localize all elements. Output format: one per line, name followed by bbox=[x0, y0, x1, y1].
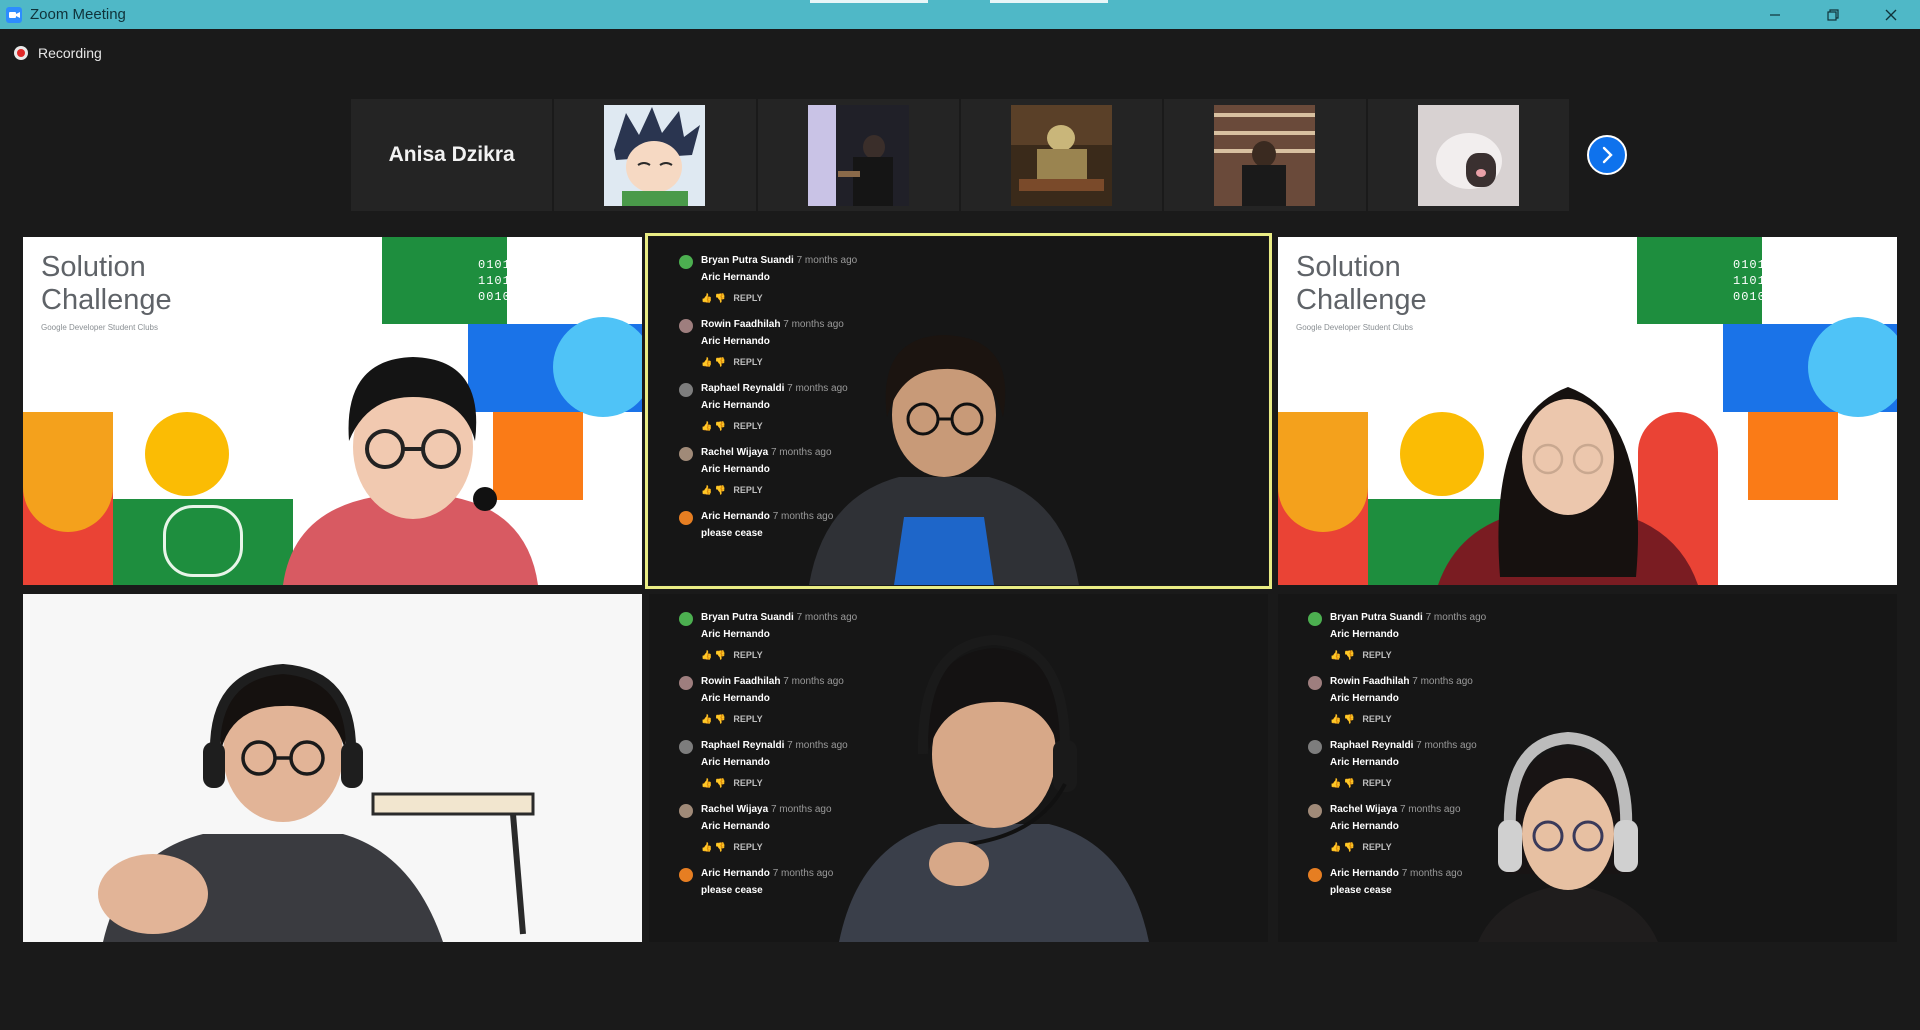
comment: Aric Hernando 7 months ago please cease bbox=[679, 868, 833, 896]
video-tile-active-speaker[interactable]: Bryan Putra Suandi 7 months ago Aric Her… bbox=[645, 233, 1272, 589]
minimize-button[interactable] bbox=[1746, 0, 1804, 29]
chevron-right-icon bbox=[1602, 146, 1613, 164]
title-bar: Zoom Meeting bbox=[0, 0, 1920, 29]
participant-video bbox=[1478, 731, 1658, 942]
slide-subtitle: Google Developer Student Clubs bbox=[41, 323, 158, 332]
video-tile[interactable]: Bryan Putra Suandi 7 months ago Aric Her… bbox=[649, 594, 1268, 942]
minimize-icon bbox=[1770, 13, 1780, 16]
participant-thumb[interactable] bbox=[757, 99, 959, 211]
video-feed bbox=[1417, 104, 1519, 206]
participant-thumb[interactable] bbox=[960, 99, 1163, 211]
participant-video bbox=[1438, 387, 1698, 585]
close-button[interactable] bbox=[1862, 0, 1920, 29]
participant-thumb[interactable] bbox=[1367, 99, 1569, 211]
video-feed bbox=[807, 104, 909, 206]
participant-video bbox=[809, 335, 1079, 585]
restore-button[interactable] bbox=[1804, 0, 1862, 29]
tab-indicator bbox=[810, 0, 928, 3]
video-feed bbox=[1011, 104, 1113, 206]
slide-title-line1: Solution bbox=[1296, 251, 1401, 283]
slide-subtitle: Google Developer Student Clubs bbox=[1296, 323, 1413, 332]
participant-name: Anisa Dzikra bbox=[388, 143, 515, 166]
participant-video bbox=[839, 634, 1149, 942]
comment: Bryan Putra Suandi 7 months ago Aric Her… bbox=[679, 255, 857, 304]
video-tile[interactable] bbox=[23, 594, 642, 942]
slide-title-line2: Challenge bbox=[41, 284, 172, 316]
recording-indicator[interactable]: Recording bbox=[14, 45, 102, 61]
window-title: Zoom Meeting bbox=[30, 6, 126, 23]
slide-title-line2: Challenge bbox=[1296, 284, 1427, 316]
comment: Rowin Faadhilah 7 months ago Aric Hernan… bbox=[1308, 676, 1473, 725]
video-tile[interactable]: Solution Challenge Google Developer Stud… bbox=[23, 237, 642, 585]
zoom-app-icon bbox=[6, 6, 22, 23]
video-tile[interactable]: Bryan Putra Suandi 7 months ago Aric Her… bbox=[1278, 594, 1897, 942]
next-page-button[interactable] bbox=[1587, 135, 1627, 175]
binary-decoration: 0101001 1101001 0010101 bbox=[1733, 258, 1791, 304]
slide-title-line1: Solution bbox=[41, 251, 146, 283]
participant-strip: Anisa Dzikra bbox=[351, 99, 1571, 211]
recording-label: Recording bbox=[38, 45, 102, 61]
restore-icon bbox=[1827, 8, 1839, 21]
comment: Bryan Putra Suandi 7 months ago Aric Her… bbox=[1308, 612, 1486, 661]
video-tile[interactable]: Solution Challenge Google Developer Stud… bbox=[1278, 237, 1897, 585]
participant-video bbox=[98, 663, 535, 942]
video-feed bbox=[1214, 104, 1316, 206]
avatar bbox=[604, 104, 706, 206]
comment: Aric Hernando 7 months ago please cease bbox=[1308, 868, 1462, 896]
comment: Rachel Wijaya 7 months ago Aric Hernando… bbox=[1308, 804, 1461, 853]
participant-thumb[interactable] bbox=[1164, 99, 1366, 211]
participant-video bbox=[283, 357, 538, 585]
comment: Rachel Wijaya 7 months ago Aric Hernando… bbox=[679, 804, 832, 853]
participant-thumb[interactable]: Anisa Dzikra bbox=[351, 99, 553, 211]
participant-thumb[interactable] bbox=[554, 99, 756, 211]
tab-indicator bbox=[990, 0, 1108, 3]
binary-decoration: 0101001 1101001 0010101 bbox=[478, 258, 536, 304]
record-icon bbox=[14, 46, 28, 60]
close-icon bbox=[1885, 9, 1897, 20]
